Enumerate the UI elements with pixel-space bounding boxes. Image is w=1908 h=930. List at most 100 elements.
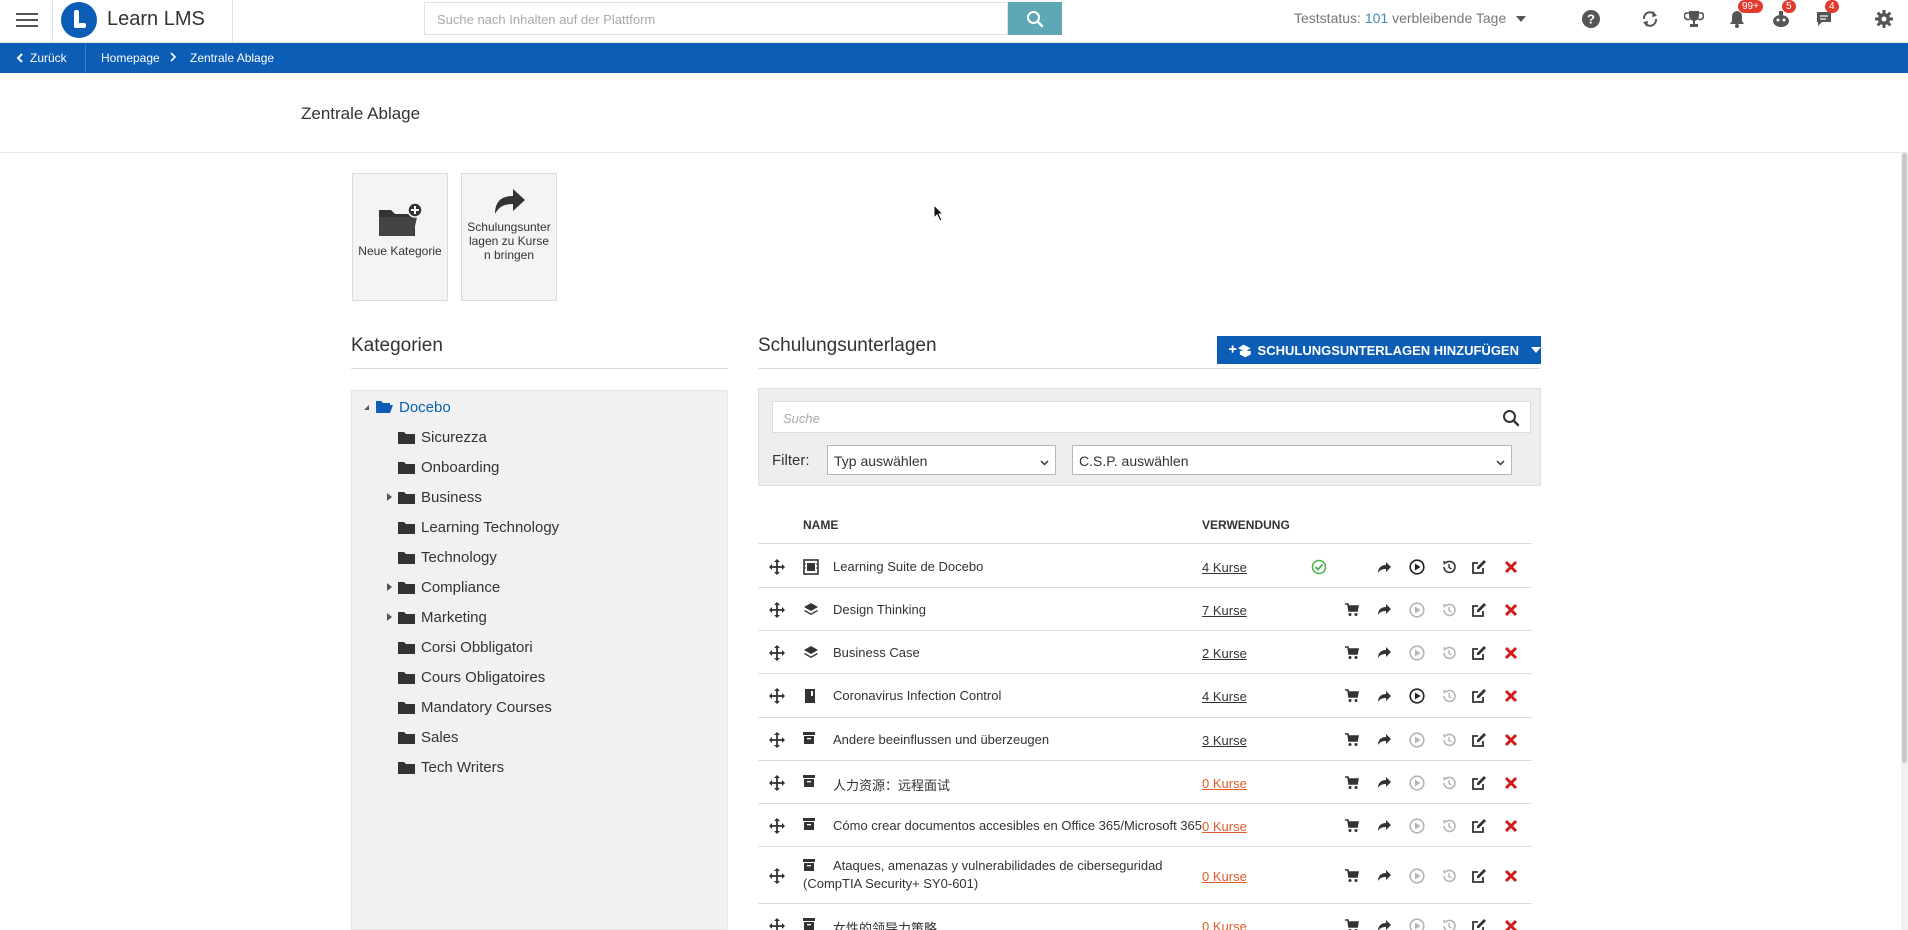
play-icon[interactable] <box>1408 644 1426 662</box>
marketplace-cart-icon[interactable] <box>1343 817 1361 835</box>
play-icon[interactable] <box>1408 817 1426 835</box>
edit-icon[interactable] <box>1470 917 1488 930</box>
tree-item-technology[interactable]: Technology <box>384 545 497 569</box>
usage-link[interactable]: 2 Kurse <box>1202 646 1247 661</box>
delete-icon[interactable] <box>1502 917 1520 930</box>
material-name[interactable]: Design Thinking <box>833 602 926 617</box>
share-icon[interactable] <box>1375 917 1393 930</box>
delete-icon[interactable] <box>1502 601 1520 619</box>
help-icon[interactable]: ? <box>1580 8 1602 30</box>
material-name[interactable]: Learning Suite de Docebo <box>833 559 983 574</box>
edit-icon[interactable] <box>1470 558 1488 576</box>
edit-icon[interactable] <box>1470 774 1488 792</box>
expand-arrow-icon[interactable] <box>384 612 394 622</box>
delete-icon[interactable] <box>1502 774 1520 792</box>
share-icon[interactable] <box>1375 601 1393 619</box>
version-history-icon[interactable] <box>1440 731 1458 749</box>
drag-handle-icon[interactable] <box>769 601 785 621</box>
tree-item-mandatory-courses[interactable]: Mandatory Courses <box>384 695 552 719</box>
back-link[interactable]: Zurück <box>16 51 67 65</box>
page-scrollbar[interactable] <box>1901 153 1908 930</box>
usage-link[interactable]: 7 Kurse <box>1202 603 1247 618</box>
delete-icon[interactable] <box>1502 867 1520 885</box>
version-history-icon[interactable] <box>1440 687 1458 705</box>
share-icon[interactable] <box>1375 687 1393 705</box>
global-search-input[interactable]: Suche nach Inhalten auf der Plattform <box>424 2 1008 35</box>
marketplace-cart-icon[interactable] <box>1343 867 1361 885</box>
usage-link[interactable]: 0 Kurse <box>1202 819 1247 834</box>
play-icon[interactable] <box>1408 558 1426 576</box>
tree-item-compliance[interactable]: Compliance <box>384 575 500 599</box>
usage-link[interactable]: 4 Kurse <box>1202 689 1247 704</box>
expand-arrow-icon[interactable] <box>384 492 394 502</box>
drag-handle-icon[interactable] <box>769 817 785 837</box>
drag-handle-icon[interactable] <box>769 867 785 887</box>
marketplace-cart-icon[interactable] <box>1343 731 1361 749</box>
tree-item-sicurezza[interactable]: Sicurezza <box>384 425 487 449</box>
play-icon[interactable] <box>1408 601 1426 619</box>
type-select[interactable]: Typ auswählen <box>827 445 1056 475</box>
version-history-icon[interactable] <box>1440 558 1458 576</box>
drag-handle-icon[interactable] <box>769 688 785 707</box>
marketplace-cart-icon[interactable] <box>1343 687 1361 705</box>
drag-handle-icon[interactable] <box>769 644 785 664</box>
version-history-icon[interactable] <box>1440 867 1458 885</box>
delete-icon[interactable] <box>1502 558 1520 576</box>
menu-icon[interactable] <box>16 10 38 32</box>
play-icon[interactable] <box>1408 687 1426 705</box>
push-materials-to-courses-tile[interactable]: Schulungsunterlagen zu Kursen bringen <box>461 173 557 301</box>
materials-search-input[interactable]: Suche <box>772 401 1531 433</box>
marketplace-cart-icon[interactable] <box>1343 601 1361 619</box>
share-icon[interactable] <box>1375 774 1393 792</box>
version-history-icon[interactable] <box>1440 644 1458 662</box>
delete-icon[interactable] <box>1502 644 1520 662</box>
csp-select[interactable]: C.S.P. auswählen <box>1072 445 1512 475</box>
drag-handle-icon[interactable] <box>769 917 785 930</box>
usage-link[interactable]: 4 Kurse <box>1202 560 1247 575</box>
trial-status-dropdown[interactable]: Teststatus: 101 verbleibende Tage <box>1294 10 1527 26</box>
material-name[interactable]: Ataques, amenazas y vulnerabilidades de … <box>803 857 1203 893</box>
column-name[interactable]: NAME <box>803 518 838 532</box>
material-name[interactable]: Andere beeinflussen und überzeugen <box>833 732 1049 747</box>
usage-link[interactable]: 3 Kurse <box>1202 733 1247 748</box>
trophy-icon[interactable] <box>1683 8 1705 30</box>
edit-icon[interactable] <box>1470 687 1488 705</box>
marketplace-cart-icon[interactable] <box>1343 917 1361 930</box>
notifications-bell-icon[interactable]: 99+ <box>1726 0 1763 30</box>
share-icon[interactable] <box>1375 558 1393 576</box>
delete-icon[interactable] <box>1502 731 1520 749</box>
delete-icon[interactable] <box>1502 817 1520 835</box>
material-name[interactable]: Cómo crear documentos accesibles en Offi… <box>833 818 1202 833</box>
chat-icon[interactable]: 4 <box>1813 0 1839 30</box>
tree-item-onboarding[interactable]: Onboarding <box>384 455 499 479</box>
tree-item-corsi-obbligatori[interactable]: Corsi Obbligatori <box>384 635 533 659</box>
version-history-icon[interactable] <box>1440 601 1458 619</box>
drag-handle-icon[interactable] <box>769 774 785 794</box>
gamification-icon[interactable]: 5 <box>1770 0 1796 30</box>
play-icon[interactable] <box>1408 867 1426 885</box>
edit-icon[interactable] <box>1470 867 1488 885</box>
tree-item-sales[interactable]: Sales <box>384 725 459 749</box>
usage-link[interactable]: 0 Kurse <box>1202 869 1247 884</box>
material-name[interactable]: 女性的领导力策略 <box>833 918 937 930</box>
marketplace-cart-icon[interactable] <box>1343 644 1361 662</box>
column-usage[interactable]: VERWENDUNG <box>1202 518 1290 532</box>
share-icon[interactable] <box>1375 731 1393 749</box>
tree-item-tech-writers[interactable]: Tech Writers <box>384 755 504 779</box>
drag-handle-icon[interactable] <box>769 731 785 751</box>
tree-item-learning-technology[interactable]: Learning Technology <box>384 515 559 539</box>
usage-link[interactable]: 0 Kurse <box>1202 776 1247 791</box>
usage-link[interactable]: 0 Kurse <box>1202 919 1247 930</box>
new-category-tile[interactable]: Neue Kategorie <box>352 173 448 301</box>
global-search-button[interactable] <box>1008 2 1062 35</box>
settings-gear-icon[interactable] <box>1873 8 1895 30</box>
tree-root-docebo[interactable]: Docebo <box>361 395 451 419</box>
scrollbar-thumb[interactable] <box>1902 153 1907 763</box>
version-history-icon[interactable] <box>1440 774 1458 792</box>
delete-icon[interactable] <box>1502 687 1520 705</box>
search-icon[interactable] <box>1502 409 1520 430</box>
app-logo[interactable] <box>61 2 97 38</box>
tree-item-marketing[interactable]: Marketing <box>384 605 487 629</box>
drag-handle-icon[interactable] <box>769 559 785 578</box>
share-icon[interactable] <box>1375 817 1393 835</box>
